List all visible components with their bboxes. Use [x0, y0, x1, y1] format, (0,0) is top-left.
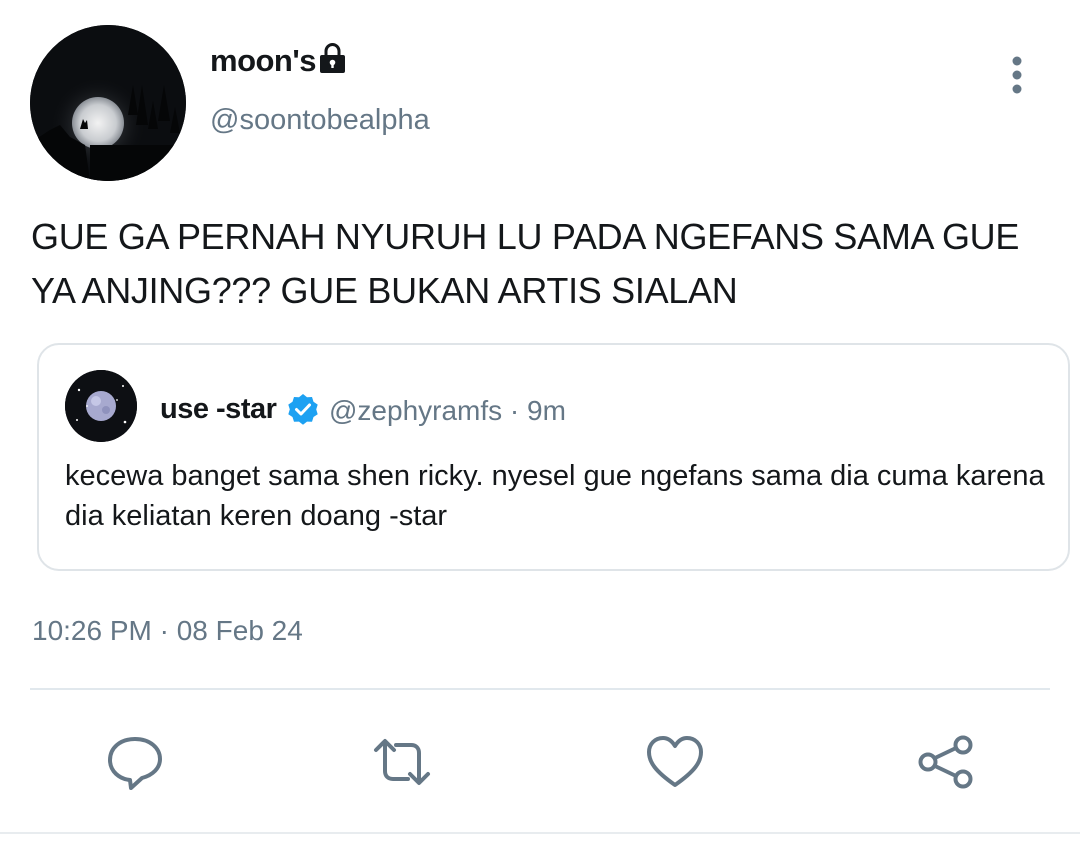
tweet-text: GUE GA PERNAH NYURUH LU PADA NGEFANS SAM…: [31, 216, 1020, 311]
reply-icon[interactable]: [105, 733, 165, 791]
profile-avatar[interactable]: [30, 25, 186, 181]
quoted-tweet-card[interactable]: use -star @zephyramfs · 9m kecewa banget…: [37, 343, 1070, 571]
user-handle[interactable]: @soontobealpha: [210, 104, 430, 137]
tweet-timestamp: 10:26 PM · 08 Feb 24: [32, 615, 303, 646]
lock-icon: [320, 43, 345, 73]
quoted-handle-time[interactable]: @zephyramfs · 9m: [329, 395, 566, 427]
verified-badge-icon: [288, 394, 318, 425]
divider: [30, 688, 1050, 690]
like-icon[interactable]: [645, 733, 705, 791]
more-options-icon[interactable]: [1000, 55, 1034, 97]
bottom-divider: [0, 832, 1080, 834]
quoted-tweet-text: kecewa banget sama shen ricky. nyesel gu…: [65, 460, 1045, 532]
quoted-display-name[interactable]: use -star: [160, 393, 277, 426]
quoted-avatar[interactable]: [65, 370, 137, 442]
share-icon[interactable]: [915, 733, 975, 791]
retweet-icon[interactable]: [372, 733, 432, 791]
display-name[interactable]: moon's: [210, 43, 316, 79]
